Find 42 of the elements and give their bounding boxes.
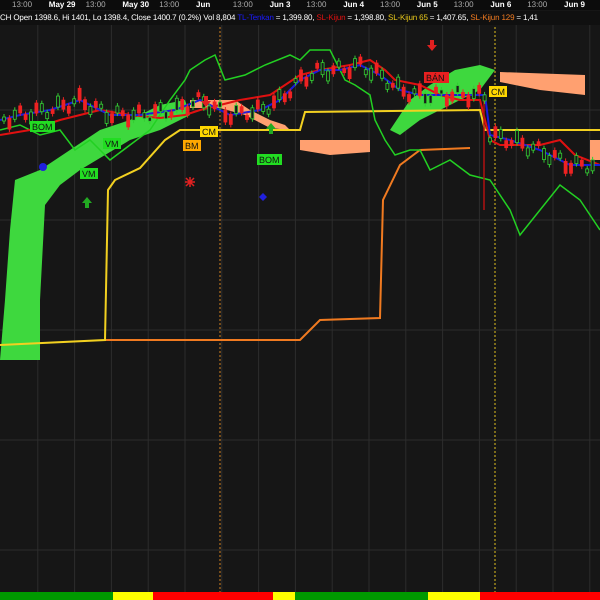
time-axis-label: 13:00 <box>380 0 400 10</box>
time-axis-label: Jun <box>196 0 210 10</box>
time-axis-label: Jun 6 <box>490 0 512 10</box>
quote-text: CH Open 1398.6, Hi 1401, Lo 1398.4, Close 1400.7 (0.2%) Vol 8,804 <box>0 12 236 24</box>
indicator-name: SL-Kijun <box>316 12 346 24</box>
time-axis-label: Jun 4 <box>343 0 364 10</box>
indicator-value: = 1,41 <box>516 12 538 24</box>
indicator-value: = 1,407.65, <box>430 12 468 24</box>
up-arrow-icon <box>266 123 276 134</box>
time-axis-label: Jun 3 <box>270 0 290 10</box>
signal-label: BOM <box>30 121 55 132</box>
dot-icon <box>39 163 47 171</box>
signal-label: BM <box>183 140 201 151</box>
signal-label: VM <box>80 168 98 179</box>
time-axis-label: May 30 <box>122 0 150 10</box>
signal-label: CM <box>489 86 507 97</box>
bearish-cloud <box>300 140 370 155</box>
time-axis-label: Jun 9 <box>564 0 585 10</box>
diamond-icon <box>259 193 267 201</box>
time-axis-label: 13:00 <box>454 0 474 10</box>
signal-label: CM <box>200 126 218 137</box>
indicator-name: SL-Kijun 129 <box>470 12 514 24</box>
signal-label: BOM <box>257 154 282 165</box>
indicator-name: TL-Tenkan <box>237 12 274 24</box>
indicator-name: SL-Kijun 65 <box>388 12 428 24</box>
time-axis-label: 13:00 <box>159 0 180 10</box>
time-axis-label: 13:00 <box>527 0 548 10</box>
signal-label: VM <box>103 138 121 149</box>
down-arrow-icon <box>427 40 437 51</box>
time-axis-label: 13:00 <box>306 0 326 10</box>
indicator-value: = 1,399.80, <box>276 12 314 24</box>
time-axis-label: May 29 <box>48 0 76 10</box>
asterisk-icon <box>184 176 196 188</box>
indicator-value: = 1,398.80, <box>347 12 386 24</box>
time-axis-label: Jun 5 <box>416 0 438 10</box>
signal-label: BÁN <box>424 72 449 83</box>
down-arrow-icon <box>201 96 211 107</box>
bearish-cloud <box>590 140 600 160</box>
up-arrow-icon <box>82 197 92 208</box>
time-axis-label: 13:00 <box>86 0 106 10</box>
time-axis-label: 13:00 <box>12 0 32 10</box>
time-axis-label: 13:00 <box>232 0 253 10</box>
